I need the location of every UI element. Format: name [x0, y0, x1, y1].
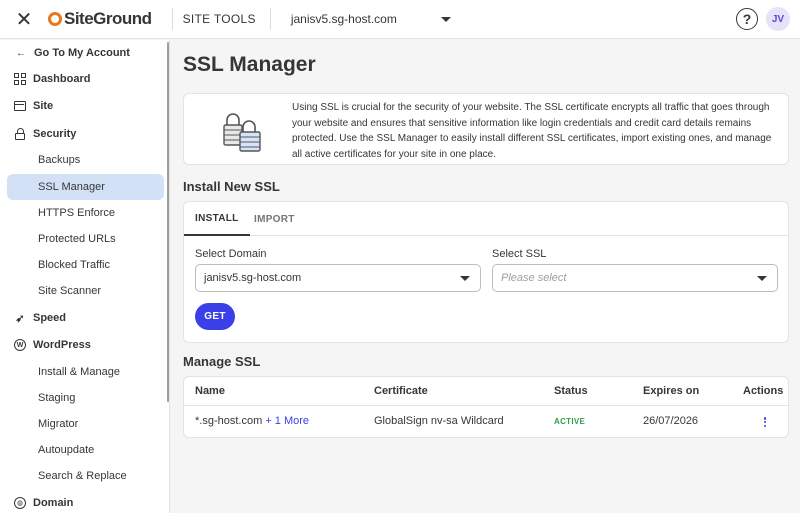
cert-expiry: 26/07/2026 — [643, 415, 699, 427]
sidebar-item-backups[interactable]: Backups — [7, 147, 164, 173]
ssl-select-placeholder: Please select — [501, 272, 567, 284]
arrow-left-icon: ← — [16, 47, 26, 59]
sidebar-item-dashboard[interactable]: Dashboard — [7, 66, 164, 92]
sidebar-item-label: Search & Replace — [38, 470, 127, 482]
logo-text: SiteGround — [64, 9, 152, 28]
sidebar-item-migrator[interactable]: Migrator — [7, 411, 164, 437]
sidebar-item-label: Install & Manage — [38, 366, 120, 378]
sidebar-item-protected-urls[interactable]: Protected URLs — [7, 226, 164, 252]
more-domains-link[interactable]: + 1 More — [265, 415, 309, 427]
siteground-logo: SiteGround — [48, 0, 162, 39]
sidebar-item-label: Site — [33, 100, 54, 112]
domain-select[interactable]: janisv5.sg-host.com — [195, 264, 481, 292]
column-header-actions: Actions — [743, 385, 784, 397]
sidebar-item-speed[interactable]: ➶ Speed — [7, 305, 164, 331]
rocket-icon: ➶ — [15, 312, 25, 325]
manage-ssl-heading: Manage SSL — [183, 354, 261, 369]
select-ssl-label: Select SSL — [492, 248, 547, 260]
close-icon[interactable]: ✕ — [0, 0, 48, 39]
sidebar-item-label: Migrator — [38, 418, 79, 430]
sidebar-item-install-manage[interactable]: Install & Manage — [7, 359, 164, 385]
globe-icon: ◍ — [14, 497, 26, 509]
page-title: SSL Manager — [183, 53, 316, 76]
cert-domain: *.sg-host.com — [195, 415, 263, 427]
cert-name: *.sg-host.com + 1 More — [195, 415, 309, 427]
sidebar: ← Go To My Account Dashboard Site Securi… — [0, 40, 170, 513]
get-button[interactable]: GET — [195, 303, 235, 330]
site-tools-label: SITE TOOLS — [182, 12, 256, 26]
install-ssl-heading: Install New SSL — [183, 179, 280, 194]
column-header-certificate: Certificate — [374, 385, 428, 397]
intro-card: Using SSL is crucial for the security of… — [183, 93, 789, 165]
site-selector-value: janisv5.sg-host.com — [290, 12, 397, 26]
tab-install[interactable]: INSTALL — [184, 202, 250, 236]
wordpress-icon: W — [14, 339, 26, 351]
sidebar-item-label: Staging — [38, 392, 76, 404]
siteground-logo-mark — [48, 12, 62, 26]
sidebar-item-label: Security — [33, 128, 77, 140]
sidebar-item-label: Blocked Traffic — [38, 259, 110, 271]
help-icon[interactable]: ? — [736, 8, 758, 30]
sidebar-item-blocked-traffic[interactable]: Blocked Traffic — [7, 252, 164, 278]
top-bar: ✕ SiteGround SITE TOOLS janisv5.sg-host.… — [0, 0, 800, 39]
sidebar-item-https-enforce[interactable]: HTTPS Enforce — [7, 200, 164, 226]
back-label: Go To My Account — [34, 47, 130, 59]
sidebar-item-label: Site Scanner — [38, 285, 101, 297]
site-selector[interactable]: janisv5.sg-host.com — [291, 12, 451, 26]
sidebar-item-staging[interactable]: Staging — [7, 385, 164, 411]
tab-import[interactable]: IMPORT — [254, 202, 295, 236]
lock-icon — [14, 127, 26, 140]
cert-issuer: GlobalSign nv-sa Wildcard — [374, 415, 504, 427]
sidebar-item-label: HTTPS Enforce — [38, 207, 116, 219]
install-tabs: INSTALL IMPORT — [184, 202, 788, 236]
sidebar-item-search-replace[interactable]: Search & Replace — [7, 463, 164, 489]
padlocks-illustration-icon — [223, 113, 261, 152]
sidebar-item-domain[interactable]: ◍ Domain — [7, 490, 164, 513]
sidebar-item-site[interactable]: Site — [7, 93, 164, 119]
install-ssl-card: INSTALL IMPORT Select Domain janisv5.sg-… — [183, 201, 789, 343]
sidebar-item-label: Speed — [33, 312, 67, 324]
sidebar-item-wordpress[interactable]: W WordPress — [7, 332, 164, 358]
back-to-account-link[interactable]: ← Go To My Account — [7, 40, 164, 66]
divider — [171, 8, 173, 30]
sidebar-item-security[interactable]: Security — [7, 121, 164, 147]
status-badge: ACTIVE — [554, 417, 586, 426]
sidebar-item-ssl-manager[interactable]: SSL Manager — [7, 174, 164, 200]
dashboard-icon — [14, 73, 26, 85]
row-actions-menu-icon[interactable] — [762, 415, 768, 429]
sidebar-item-label: WordPress — [33, 339, 91, 351]
sidebar-scrollbar[interactable] — [167, 42, 169, 402]
sidebar-item-label: Domain — [33, 497, 74, 509]
site-icon — [14, 100, 26, 112]
chevron-down-icon — [757, 275, 767, 281]
avatar[interactable]: JV — [766, 7, 790, 31]
column-header-expires: Expires on — [643, 385, 700, 397]
sidebar-item-label: Backups — [38, 154, 81, 166]
table-divider — [184, 405, 788, 406]
column-header-status: Status — [554, 385, 588, 397]
select-domain-label: Select Domain — [195, 248, 267, 260]
divider — [269, 8, 271, 30]
domain-select-value: janisv5.sg-host.com — [204, 272, 302, 284]
chevron-down-icon — [440, 16, 451, 22]
column-header-name: Name — [195, 385, 225, 397]
chevron-down-icon — [460, 275, 470, 281]
sidebar-item-label: Dashboard — [33, 73, 91, 85]
sidebar-item-autoupdate[interactable]: Autoupdate — [7, 437, 164, 463]
ssl-select[interactable]: Please select — [492, 264, 778, 292]
sidebar-item-label: Protected URLs — [38, 233, 116, 245]
sidebar-item-label: SSL Manager — [38, 181, 105, 193]
manage-ssl-table: Name Certificate Status Expires on Actio… — [183, 376, 789, 438]
intro-text: Using SSL is crucial for the security of… — [292, 102, 772, 160]
sidebar-item-label: Autoupdate — [38, 444, 95, 456]
sidebar-item-site-scanner[interactable]: Site Scanner — [7, 278, 164, 304]
